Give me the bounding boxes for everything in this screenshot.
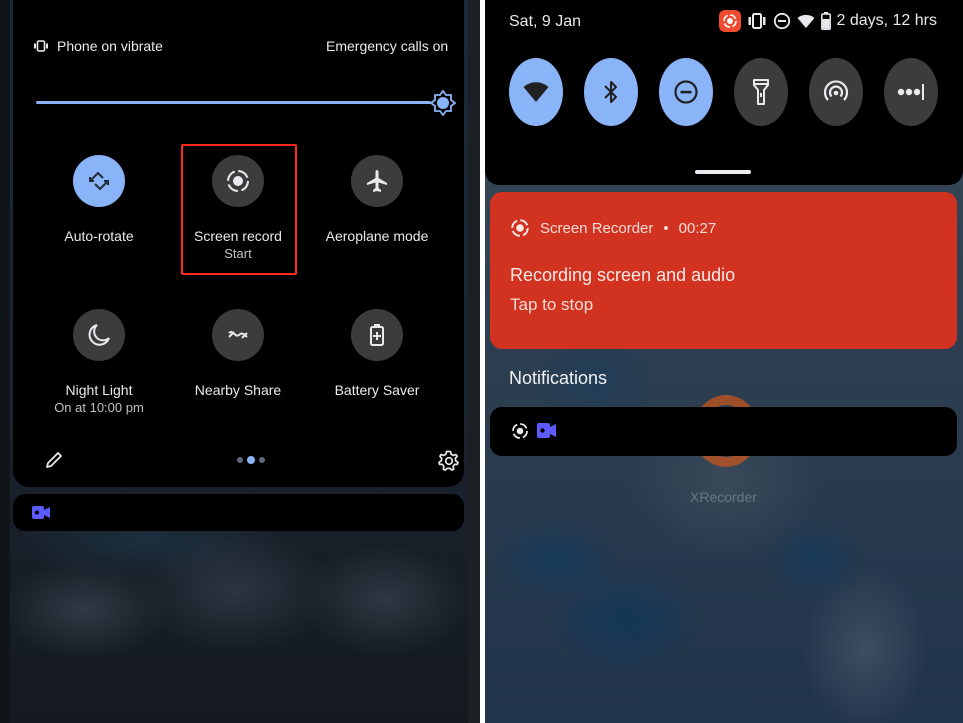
notification-title: Recording screen and audio bbox=[510, 265, 736, 285]
tile-flashlight[interactable] bbox=[734, 58, 788, 126]
status-bar: Sat, 9 Jan 2 days, 12 hrs bbox=[485, 0, 963, 185]
tile-auto-rotate-button[interactable] bbox=[73, 155, 125, 207]
tile-label: Nearby Share bbox=[194, 382, 282, 398]
notification-elapsed-time: 00:27 bbox=[678, 219, 717, 237]
tile-battery-saver-button[interactable] bbox=[351, 309, 403, 361]
brightness-slider[interactable] bbox=[36, 87, 456, 117]
page-dot[interactable] bbox=[259, 457, 265, 463]
airplane-icon bbox=[367, 170, 387, 192]
screen-record-icon bbox=[511, 219, 529, 237]
battery-remaining: 2 days, 12 hrs bbox=[836, 12, 938, 29]
tile-nearby-share-button[interactable] bbox=[212, 309, 264, 361]
screen-recording-icon bbox=[718, 10, 741, 32]
status-icons: 2 days, 12 hrs bbox=[718, 10, 938, 32]
screen-edge bbox=[0, 0, 10, 723]
tile-sublabel: On at 10:00 pm bbox=[54, 400, 144, 415]
page-indicator[interactable] bbox=[237, 456, 265, 464]
notification-app-name: Screen Recorder bbox=[540, 219, 654, 237]
tile-more[interactable] bbox=[884, 58, 938, 126]
tile-nearby-share[interactable]: Nearby Share bbox=[168, 309, 308, 399]
wifi-icon bbox=[797, 14, 814, 28]
do-not-disturb-icon bbox=[773, 12, 790, 30]
wifi-icon bbox=[523, 82, 549, 102]
tile-aeroplane-mode[interactable]: Aeroplane mode bbox=[307, 155, 447, 245]
tile-label: Auto-rotate bbox=[64, 228, 134, 244]
hotspot-icon bbox=[823, 80, 849, 101]
notification-header: Screen Recorder • 00:27 bbox=[510, 218, 716, 238]
tile-night-light-button[interactable] bbox=[73, 309, 125, 361]
tile-label: Night Light bbox=[65, 382, 133, 398]
tile-bluetooth[interactable] bbox=[584, 58, 638, 126]
page-dot-active[interactable] bbox=[247, 456, 255, 464]
ringer-label: Phone on vibrate bbox=[57, 38, 163, 54]
right-screenshot: XRecorder Sat, 9 Jan 2 days, 12 hrs Scre… bbox=[485, 0, 963, 723]
date-label: Sat, 9 Jan bbox=[509, 13, 582, 30]
notification-text[interactable]: Tap to stop bbox=[510, 295, 593, 315]
tile-do-not-disturb[interactable] bbox=[659, 58, 713, 126]
notification-collapsed-row[interactable] bbox=[490, 407, 957, 456]
battery-icon bbox=[820, 12, 831, 30]
vibrate-icon bbox=[34, 40, 48, 52]
tile-auto-rotate[interactable]: Auto-rotate bbox=[29, 155, 169, 245]
pencil-icon[interactable] bbox=[44, 450, 64, 470]
screen-record-icon bbox=[512, 423, 528, 439]
screen-edge bbox=[468, 0, 480, 723]
brightness-icon[interactable] bbox=[430, 90, 456, 116]
video-camera-icon bbox=[32, 506, 50, 519]
tile-wifi[interactable] bbox=[509, 58, 563, 126]
flashlight-icon bbox=[753, 79, 769, 105]
tile-aeroplane-mode-button[interactable] bbox=[351, 155, 403, 207]
brightness-track[interactable] bbox=[36, 101, 431, 104]
rotate-icon bbox=[89, 171, 109, 191]
bluetooth-icon bbox=[604, 81, 617, 103]
ringer-status[interactable]: Phone on vibrate bbox=[33, 38, 163, 54]
nearby-share-icon bbox=[228, 331, 248, 339]
screen-recorder-notification[interactable]: Screen Recorder • 00:27 Recording screen… bbox=[490, 192, 957, 349]
notification-separator: • bbox=[663, 219, 669, 237]
gear-icon[interactable] bbox=[438, 450, 460, 472]
tile-label: Aeroplane mode bbox=[325, 228, 429, 244]
moon-icon bbox=[88, 324, 110, 346]
left-screenshot: Phone on vibrate Emergency calls only Au… bbox=[0, 0, 480, 723]
battery-saver-icon bbox=[370, 324, 384, 346]
screen-record-highlight-box bbox=[181, 144, 297, 275]
tile-battery-saver[interactable]: Battery Saver bbox=[307, 309, 447, 399]
video-camera-icon bbox=[537, 423, 556, 438]
do-not-disturb-icon bbox=[674, 80, 698, 104]
tile-label: Battery Saver bbox=[334, 382, 420, 398]
carrier-label: Emergency calls only bbox=[326, 38, 448, 54]
tile-hotspot[interactable] bbox=[809, 58, 863, 126]
notification-collapsed[interactable] bbox=[13, 494, 464, 531]
quick-tiles-row bbox=[509, 58, 939, 126]
qs-header: Phone on vibrate Emergency calls only bbox=[33, 38, 464, 58]
page-dot[interactable] bbox=[237, 457, 243, 463]
xrecorder-app-label: XRecorder bbox=[690, 489, 757, 505]
notifications-heading: Notifications bbox=[509, 368, 608, 388]
more-icon bbox=[897, 84, 924, 100]
drag-handle[interactable] bbox=[695, 170, 751, 174]
tile-night-light[interactable]: Night Light On at 10:00 pm bbox=[29, 309, 169, 416]
vibrate-icon bbox=[748, 13, 765, 29]
